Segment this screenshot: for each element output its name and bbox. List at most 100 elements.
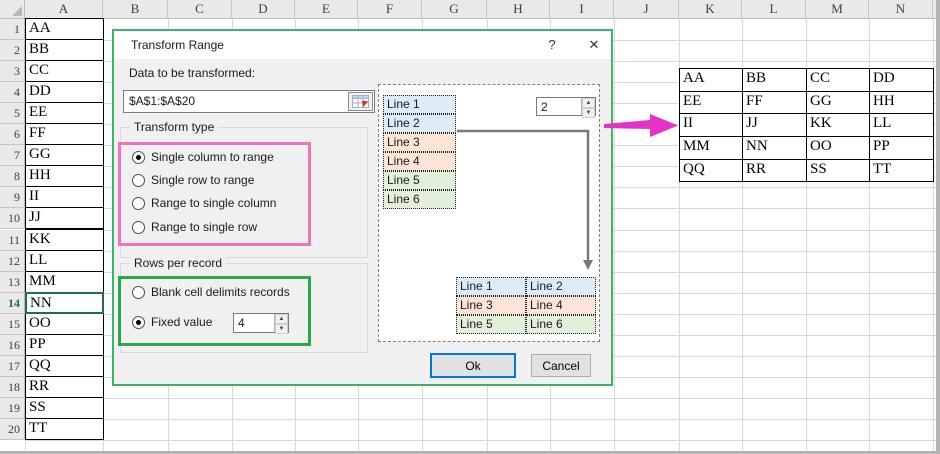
preview-line-cell: Line 6: [383, 190, 456, 209]
row-header-16[interactable]: 16: [0, 334, 25, 356]
output-cell-r2c4[interactable]: HH: [870, 91, 934, 115]
column-header-B[interactable]: B: [103, 0, 168, 19]
output-cell-r3c2[interactable]: JJ: [743, 114, 807, 138]
cell-A20[interactable]: TT: [25, 417, 104, 440]
output-cell-r3c1[interactable]: II: [680, 114, 743, 138]
column-header-A[interactable]: A: [25, 0, 103, 19]
gridline-horizontal: [25, 418, 936, 420]
cancel-button[interactable]: Cancel: [531, 354, 591, 377]
row-header-4[interactable]: 4: [0, 82, 25, 104]
output-cell-r5c2[interactable]: RR: [743, 159, 807, 183]
radio-unselected-icon: [132, 220, 145, 234]
output-cell-r4c1[interactable]: MM: [680, 137, 743, 160]
column-header-I[interactable]: I: [550, 0, 614, 19]
column-header-L[interactable]: L: [742, 0, 806, 19]
ok-button[interactable]: Ok: [430, 353, 516, 378]
cell-A6[interactable]: FF: [25, 123, 104, 146]
output-range-grid: AA BB CC DD EE FF GG HH II JJ KK LL MM NN OO PP QQ RR SS TT: [679, 68, 934, 183]
cell-A17[interactable]: QQ: [25, 354, 104, 377]
row-header-5[interactable]: 5: [0, 103, 25, 125]
range-value: $A$1:$A$20: [129, 94, 196, 108]
row-header-8[interactable]: 8: [0, 166, 25, 188]
row-header-12[interactable]: 12: [0, 250, 25, 272]
radio-option-fixed-value[interactable]: Fixed value: [132, 313, 212, 331]
row-header-14[interactable]: 14: [0, 292, 25, 314]
output-cell-r3c3[interactable]: KK: [807, 114, 870, 138]
close-button[interactable]: ✕: [586, 31, 602, 59]
window-right-edge: [936, 0, 940, 454]
row-header-20[interactable]: 20: [0, 418, 25, 440]
radio-option-range-to-single-column[interactable]: Range to single column: [132, 194, 276, 212]
row-header-9[interactable]: 9: [0, 187, 25, 209]
output-cell-r1c3[interactable]: CC: [807, 69, 870, 92]
cell-A3[interactable]: CC: [25, 60, 104, 83]
output-cell-r5c3[interactable]: SS: [807, 159, 870, 183]
output-cell-r2c2[interactable]: FF: [743, 91, 807, 115]
column-header-E[interactable]: E: [295, 0, 358, 19]
column-header-C[interactable]: C: [168, 0, 232, 19]
column-header-N[interactable]: N: [869, 0, 933, 19]
cell-A18[interactable]: RR: [25, 375, 104, 398]
output-cell-r5c4[interactable]: TT: [870, 159, 934, 183]
cell-A19[interactable]: SS: [25, 396, 104, 419]
column-header-J[interactable]: J: [614, 0, 679, 19]
cell-A11[interactable]: KK: [25, 228, 104, 251]
row-header-15[interactable]: 15: [0, 313, 25, 335]
cell-A14[interactable]: NN: [25, 291, 104, 314]
help-button[interactable]: ?: [545, 31, 559, 59]
row-header-17[interactable]: 17: [0, 355, 25, 377]
select-all-button[interactable]: [0, 0, 25, 19]
cell-A12[interactable]: LL: [25, 249, 104, 272]
row-header-10[interactable]: 10: [0, 208, 25, 230]
row-header-7[interactable]: 7: [0, 145, 25, 167]
cell-A16[interactable]: PP: [25, 333, 104, 356]
output-cell-r2c1[interactable]: EE: [680, 91, 743, 115]
range-picker-button[interactable]: [348, 92, 373, 111]
column-header-G[interactable]: G: [422, 0, 487, 19]
cell-A8[interactable]: HH: [25, 165, 104, 188]
column-header-F[interactable]: F: [358, 0, 422, 19]
annotation-arrow-icon: [604, 114, 678, 137]
radio-option-single-column-to-range[interactable]: Single column to range: [132, 148, 274, 166]
output-cell-r3c4[interactable]: LL: [870, 114, 934, 138]
row-header-13[interactable]: 13: [0, 271, 25, 293]
column-header-K[interactable]: K: [679, 0, 742, 19]
range-input[interactable]: $A$1:$A$20: [123, 90, 375, 113]
radio-option-blank-cell-delimits-records[interactable]: Blank cell delimits records: [132, 283, 290, 301]
cell-A7[interactable]: GG: [25, 144, 104, 167]
columns-count-spin-up-icon[interactable]: ▲: [582, 98, 595, 108]
output-cell-r1c1[interactable]: AA: [680, 69, 743, 92]
column-header-H[interactable]: H: [487, 0, 550, 19]
rows-per-record-group-label: Rows per record: [130, 256, 227, 270]
column-header-D[interactable]: D: [232, 0, 295, 19]
cell-A15[interactable]: OO: [25, 312, 104, 335]
row-header-19[interactable]: 19: [0, 397, 25, 419]
output-cell-r1c4[interactable]: DD: [870, 69, 934, 92]
radio-option-range-to-single-row[interactable]: Range to single row: [132, 218, 257, 236]
columns-count-spinner[interactable]: 2 ▲ ▼: [536, 97, 596, 118]
cell-A2[interactable]: BB: [25, 39, 104, 62]
row-header-11[interactable]: 11: [0, 229, 25, 251]
row-header-3[interactable]: 3: [0, 61, 25, 83]
output-cell-r5c1[interactable]: QQ: [680, 159, 743, 183]
cell-A9[interactable]: II: [25, 186, 104, 209]
output-cell-r2c3[interactable]: GG: [807, 91, 870, 115]
radio-option-single-row-to-range[interactable]: Single row to range: [132, 171, 254, 189]
row-header-18[interactable]: 18: [0, 376, 25, 398]
output-cell-r4c3[interactable]: OO: [807, 137, 870, 160]
cell-A4[interactable]: DD: [25, 81, 104, 104]
cell-A1[interactable]: AA: [25, 18, 104, 41]
row-header-2[interactable]: 2: [0, 40, 25, 62]
preview-line-cell: Line 4: [383, 152, 456, 171]
row-header-1[interactable]: 1: [0, 19, 25, 41]
columns-count-spin-down-icon[interactable]: ▼: [582, 108, 595, 118]
column-header-M[interactable]: M: [806, 0, 869, 19]
row-header-6[interactable]: 6: [0, 124, 25, 146]
cell-A5[interactable]: EE: [25, 102, 104, 125]
output-cell-r1c2[interactable]: BB: [743, 69, 807, 92]
cell-A13[interactable]: MM: [25, 270, 104, 293]
transform-range-dialog: Transform Range ? ✕ Data to be transform…: [112, 29, 613, 386]
cell-A10[interactable]: JJ: [25, 207, 104, 230]
output-cell-r4c4[interactable]: PP: [870, 137, 934, 160]
output-cell-r4c2[interactable]: NN: [743, 137, 807, 160]
